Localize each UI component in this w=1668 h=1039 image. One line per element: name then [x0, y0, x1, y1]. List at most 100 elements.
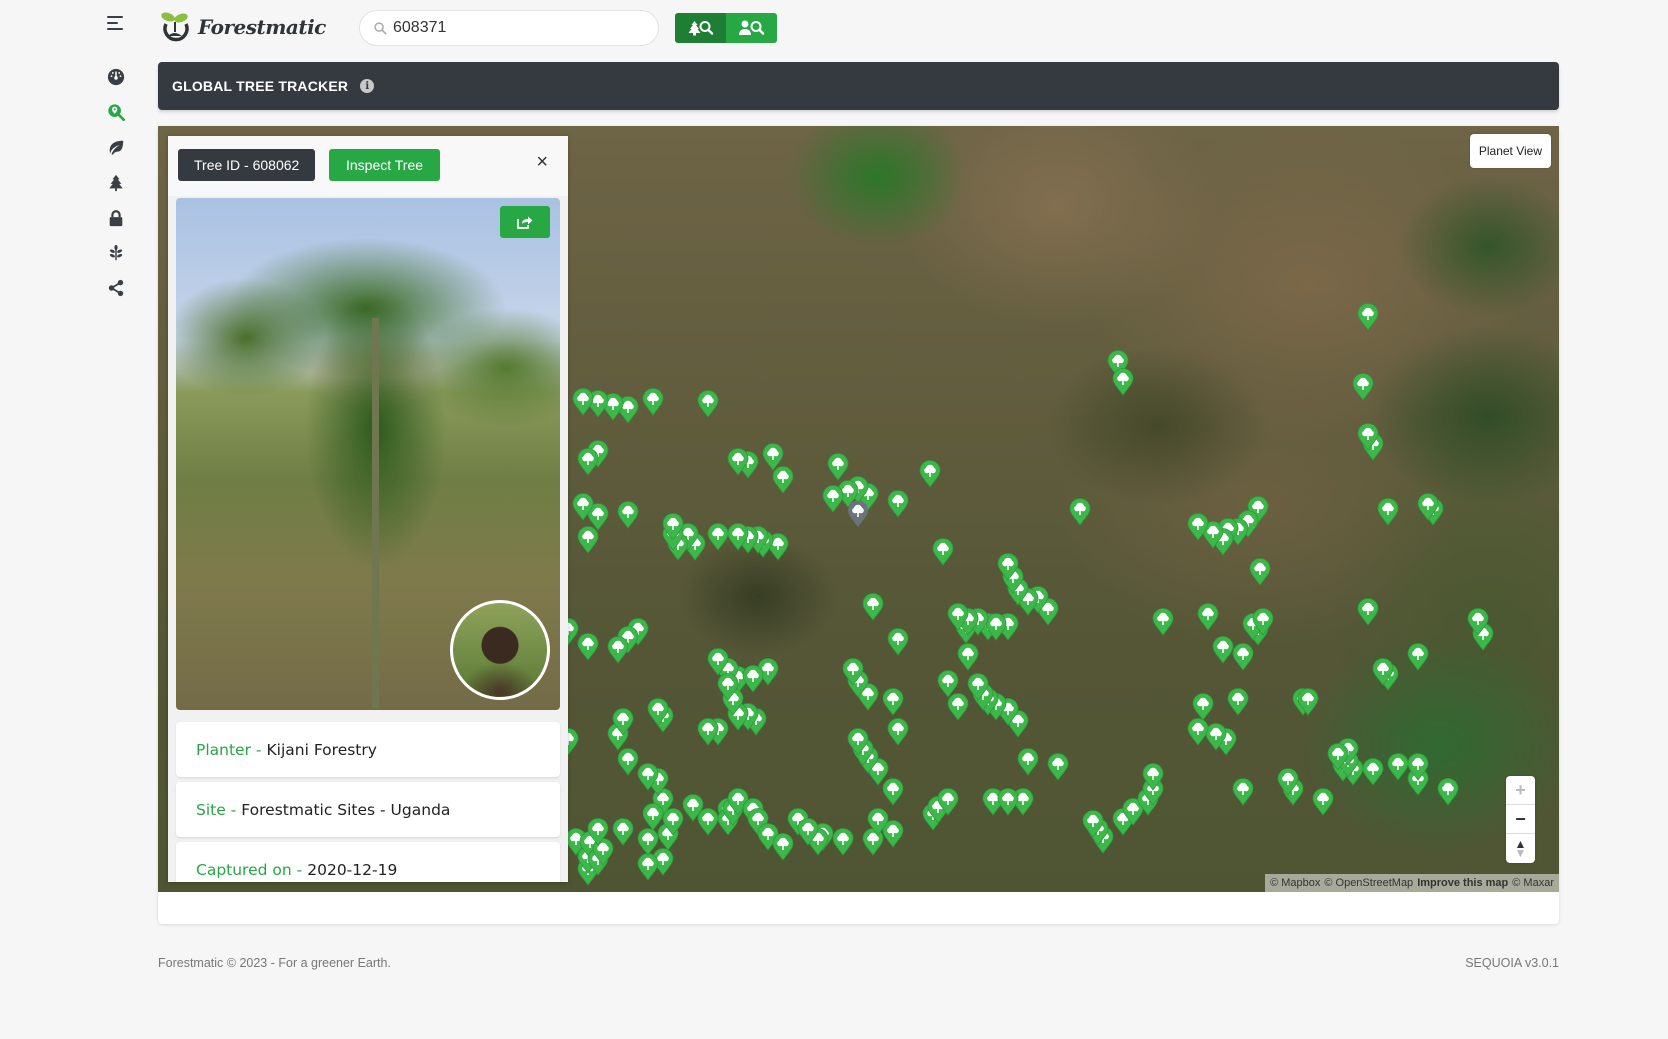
- tree-marker[interactable]: [1212, 636, 1234, 664]
- tree-marker[interactable]: [647, 698, 669, 726]
- tree-marker[interactable]: [1232, 643, 1254, 671]
- search-tree-button[interactable]: [675, 13, 726, 43]
- search-planter-button[interactable]: [726, 13, 777, 43]
- close-icon[interactable]: ×: [536, 152, 548, 172]
- share-photo-button[interactable]: [500, 206, 550, 238]
- tree-marker[interactable]: [1357, 423, 1379, 451]
- zoom-in-button[interactable]: +: [1506, 776, 1535, 805]
- tree-marker[interactable]: [822, 485, 844, 513]
- tree-marker[interactable]: [617, 748, 639, 776]
- tree-icon[interactable]: [106, 173, 126, 193]
- tree-marker[interactable]: [797, 818, 819, 846]
- planter-avatar[interactable]: [450, 600, 550, 700]
- tree-marker[interactable]: [1249, 558, 1271, 586]
- tree-marker[interactable]: [1197, 603, 1219, 631]
- speedometer-icon[interactable]: [106, 67, 126, 87]
- tree-marker[interactable]: [662, 513, 684, 541]
- tree-marker[interactable]: [1152, 608, 1174, 636]
- inspect-tree-button[interactable]: Inspect Tree: [329, 149, 441, 181]
- tree-marker[interactable]: [1327, 743, 1349, 771]
- tree-marker[interactable]: [947, 603, 969, 631]
- compass-button[interactable]: ▲ ▼: [1506, 834, 1535, 863]
- tree-marker[interactable]: [957, 643, 979, 671]
- tree-marker[interactable]: [1187, 513, 1209, 541]
- tree-marker[interactable]: [932, 538, 954, 566]
- tree-marker[interactable]: [1407, 753, 1429, 781]
- hamburger-icon[interactable]: [107, 16, 125, 34]
- tree-marker[interactable]: [1082, 810, 1104, 838]
- tree-marker[interactable]: [919, 460, 941, 488]
- logo[interactable]: Forestmatic: [158, 8, 326, 46]
- tree-marker[interactable]: [1357, 598, 1379, 626]
- tree-marker[interactable]: [1407, 643, 1429, 671]
- tree-marker[interactable]: [832, 828, 854, 856]
- tree-marker[interactable]: [1352, 373, 1374, 401]
- tree-marker[interactable]: [572, 388, 594, 416]
- tree-marker[interactable]: [707, 648, 729, 676]
- tree-marker[interactable]: [847, 728, 869, 756]
- tree-marker[interactable]: [617, 501, 639, 529]
- tree-marker[interactable]: [997, 553, 1019, 581]
- tree-marker[interactable]: [1357, 303, 1379, 331]
- tree-marker[interactable]: [762, 443, 784, 471]
- tree-marker[interactable]: [937, 788, 959, 816]
- tree-marker[interactable]: [607, 636, 629, 664]
- tree-marker[interactable]: [1387, 753, 1409, 781]
- leaf-icon[interactable]: [106, 138, 126, 158]
- tree-marker[interactable]: [882, 688, 904, 716]
- tree-marker[interactable]: [967, 673, 989, 701]
- tree-marker[interactable]: [1069, 498, 1091, 526]
- tree-marker[interactable]: [697, 808, 719, 836]
- tree-marker[interactable]: [1437, 778, 1459, 806]
- tree-marker[interactable]: [1372, 658, 1394, 686]
- share-icon[interactable]: [106, 278, 126, 298]
- tree-marker[interactable]: [1142, 763, 1164, 791]
- tree-marker[interactable]: [642, 388, 664, 416]
- search-input[interactable]: [393, 19, 633, 37]
- tree-marker[interactable]: [937, 670, 959, 698]
- seedling-icon[interactable]: [106, 243, 126, 263]
- tree-marker[interactable]: [1252, 608, 1274, 636]
- tree-marker[interactable]: [707, 523, 729, 551]
- planet-view-button[interactable]: Planet View: [1469, 134, 1551, 168]
- tree-marker[interactable]: [697, 390, 719, 418]
- tree-marker[interactable]: [642, 803, 664, 831]
- tree-marker[interactable]: [842, 658, 864, 686]
- selected-tree-marker[interactable]: [847, 500, 869, 528]
- tree-marker[interactable]: [1017, 748, 1039, 776]
- tree-marker[interactable]: [577, 633, 599, 661]
- tree-marker[interactable]: [887, 718, 909, 746]
- tree-marker[interactable]: [717, 673, 739, 701]
- tree-marker[interactable]: [612, 708, 634, 736]
- tree-marker[interactable]: [1362, 758, 1384, 786]
- tree-marker[interactable]: [1227, 688, 1249, 716]
- tree-marker[interactable]: [637, 763, 659, 791]
- attribution-mapbox[interactable]: © Mapbox: [1270, 877, 1320, 889]
- search-box[interactable]: [359, 10, 659, 46]
- tree-marker[interactable]: [862, 593, 884, 621]
- tree-marker[interactable]: [1192, 693, 1214, 721]
- tree-marker[interactable]: [1187, 718, 1209, 746]
- tree-marker[interactable]: [827, 453, 849, 481]
- tree-marker[interactable]: [867, 808, 889, 836]
- tree-marker[interactable]: [887, 490, 909, 518]
- tree-marker[interactable]: [1232, 778, 1254, 806]
- tree-marker[interactable]: [697, 718, 719, 746]
- tree-marker[interactable]: [1417, 493, 1439, 521]
- tree-marker[interactable]: [997, 788, 1019, 816]
- tree-marker[interactable]: [1112, 368, 1134, 396]
- info-icon[interactable]: i: [360, 79, 375, 93]
- tree-marker[interactable]: [727, 448, 749, 476]
- attribution-maxar[interactable]: © Maxar: [1512, 877, 1554, 889]
- tree-marker[interactable]: [1297, 688, 1319, 716]
- tree-marker[interactable]: [662, 808, 684, 836]
- tree-marker[interactable]: [637, 853, 659, 881]
- tree-marker[interactable]: [772, 833, 794, 861]
- tree-marker[interactable]: [587, 818, 609, 846]
- search-location-icon[interactable]: [106, 102, 126, 122]
- tree-marker[interactable]: [572, 493, 594, 521]
- zoom-out-button[interactable]: −: [1506, 805, 1535, 834]
- tree-marker[interactable]: [742, 665, 764, 693]
- tree-marker[interactable]: [577, 448, 599, 476]
- tree-marker[interactable]: [1047, 753, 1069, 781]
